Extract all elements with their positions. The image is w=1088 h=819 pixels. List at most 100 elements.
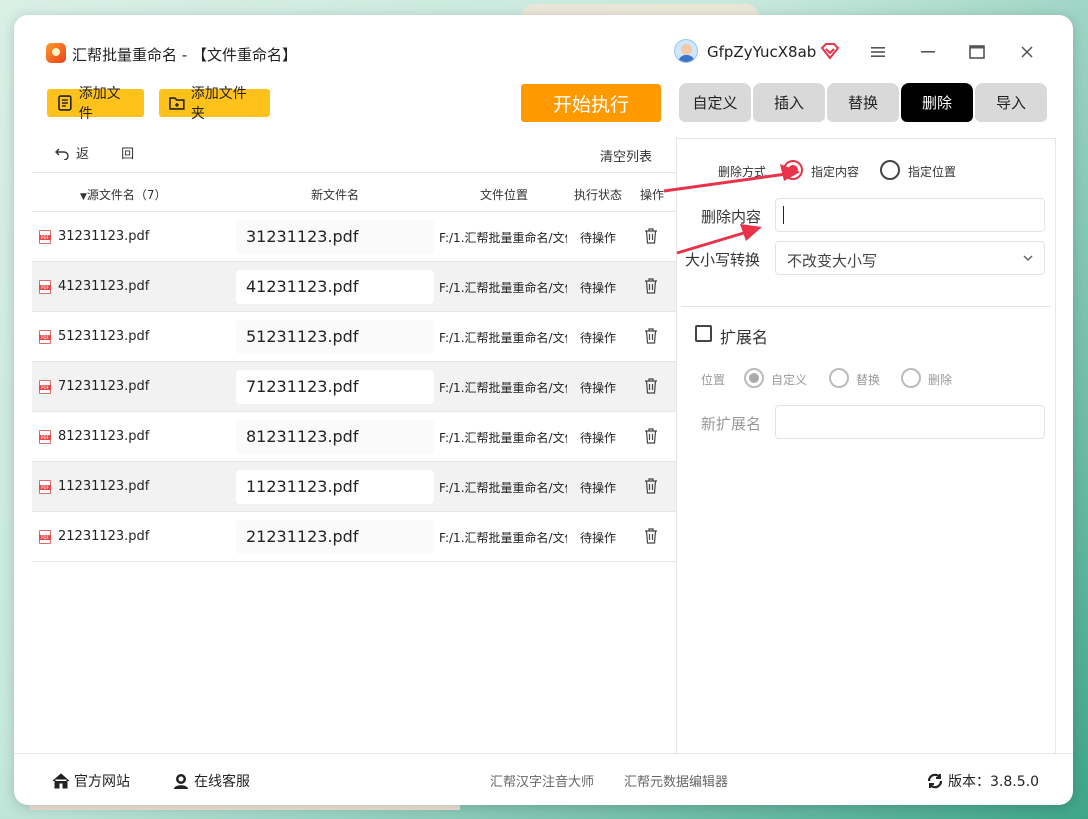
- menu-icon[interactable]: [865, 39, 891, 65]
- radio-ext-replace[interactable]: [829, 368, 849, 388]
- source-file-name: 51231123.pdf: [58, 329, 150, 344]
- radio-ext-delete[interactable]: [901, 368, 921, 388]
- folder-add-icon: [169, 97, 185, 110]
- source-file-name: 31231123.pdf: [58, 229, 150, 244]
- user-name[interactable]: GfpZyYucX8ab: [707, 43, 816, 61]
- tab-insert[interactable]: 插入: [753, 83, 825, 122]
- add-folder-label: 添加文件夹: [190, 86, 247, 122]
- start-button[interactable]: 开始执行: [521, 84, 661, 122]
- header-status: 执行状态: [574, 188, 623, 202]
- trash-icon[interactable]: [644, 278, 658, 294]
- table-row[interactable]: 11231123.pdf 11231123.pdf F:/1.汇帮批量重命名/文…: [32, 462, 676, 512]
- trash-icon[interactable]: [644, 228, 658, 244]
- delete-content-input[interactable]: [775, 198, 1045, 232]
- pdf-file-icon: [39, 330, 51, 344]
- file-location: F:/1.汇帮批量重命名/文件: [439, 481, 567, 495]
- file-location: F:/1.汇帮批量重命名/文件: [439, 281, 567, 295]
- radio-specified-position-label[interactable]: 指定位置: [908, 163, 956, 180]
- table-row[interactable]: 71231123.pdf 71231123.pdf F:/1.汇帮批量重命名/文…: [32, 362, 676, 412]
- trash-icon[interactable]: [644, 428, 658, 444]
- radio-specified-content[interactable]: [783, 160, 803, 180]
- table-row[interactable]: 41231123.pdf 41231123.pdf F:/1.汇帮批量重命名/文…: [32, 262, 676, 312]
- tab-delete[interactable]: 删除: [901, 83, 973, 122]
- radio-ext-replace-label[interactable]: 替换: [856, 371, 880, 388]
- new-file-name-input[interactable]: 31231123.pdf: [236, 220, 434, 254]
- tab-custom[interactable]: 自定义: [679, 83, 751, 122]
- header-new-name: 新文件名: [311, 188, 360, 202]
- ext-position-label: 位置: [701, 373, 726, 387]
- file-location: F:/1.汇帮批量重命名/文件: [439, 531, 567, 545]
- minimize-icon[interactable]: [915, 39, 941, 65]
- online-support-link[interactable]: 在线客服: [172, 771, 250, 791]
- new-extension-label: 新扩展名: [701, 415, 762, 433]
- new-file-name-input[interactable]: 21231123.pdf: [236, 520, 434, 554]
- pdf-file-icon: [39, 430, 51, 444]
- official-website-label: 官方网站: [74, 774, 130, 790]
- radio-specified-content-label[interactable]: 指定内容: [811, 163, 859, 180]
- close-icon[interactable]: [1014, 39, 1040, 65]
- official-website-link[interactable]: 官方网站: [52, 771, 130, 791]
- file-location: F:/1.汇帮批量重命名/文件: [439, 431, 567, 445]
- footer-link-pinyin[interactable]: 汇帮汉字注音大师: [490, 771, 594, 790]
- radio-ext-custom-label[interactable]: 自定义: [771, 371, 807, 388]
- header-source-label: 源文件名（7）: [86, 188, 167, 202]
- trash-icon[interactable]: [644, 528, 658, 544]
- status-text: 待操作: [580, 431, 617, 445]
- status-text: 待操作: [580, 381, 617, 395]
- new-file-name-input[interactable]: 11231123.pdf: [236, 470, 434, 504]
- refresh-icon: [927, 773, 943, 789]
- add-file-label: 添加文件: [78, 86, 121, 122]
- back-button[interactable]: 返 回: [54, 143, 148, 162]
- app-window: 汇帮批量重命名 - 【文件重命名】 GfpZyYucX8ab 添加文件 添加文件…: [14, 15, 1073, 805]
- new-extension-input[interactable]: [775, 405, 1045, 439]
- pdf-file-icon: [39, 530, 51, 544]
- table-row[interactable]: 21231123.pdf 21231123.pdf F:/1.汇帮批量重命名/文…: [32, 512, 676, 562]
- status-text: 待操作: [580, 531, 617, 545]
- radio-ext-custom[interactable]: [744, 368, 764, 388]
- status-text: 待操作: [580, 331, 617, 345]
- footer-link-metadata[interactable]: 汇帮元数据编辑器: [624, 771, 728, 790]
- table-row[interactable]: 81231123.pdf 81231123.pdf F:/1.汇帮批量重命名/文…: [32, 412, 676, 462]
- case-conversion-label: 大小写转换: [685, 251, 761, 269]
- radio-ext-delete-label[interactable]: 删除: [928, 371, 952, 388]
- tab-import[interactable]: 导入: [975, 83, 1047, 122]
- new-file-name-input[interactable]: 81231123.pdf: [236, 420, 434, 454]
- version-info[interactable]: 版本：3.8.5.0: [926, 771, 1039, 791]
- pdf-file-icon: [39, 480, 51, 494]
- user-avatar[interactable]: [674, 39, 698, 63]
- trash-icon[interactable]: [644, 478, 658, 494]
- table-row[interactable]: 51231123.pdf 51231123.pdf F:/1.汇帮批量重命名/文…: [32, 312, 676, 362]
- trash-icon[interactable]: [644, 328, 658, 344]
- header-source[interactable]: ▼源文件名（7）: [80, 186, 167, 203]
- pdf-file-icon: [39, 380, 51, 394]
- sort-down-icon: ▼: [80, 192, 87, 202]
- tab-replace[interactable]: 替换: [827, 83, 899, 122]
- maximize-icon[interactable]: [964, 39, 990, 65]
- trash-icon[interactable]: [644, 378, 658, 394]
- file-location: F:/1.汇帮批量重命名/文件: [439, 231, 567, 245]
- headset-icon: [174, 774, 188, 789]
- file-location: F:/1.汇帮批量重命名/文件: [439, 331, 567, 345]
- source-file-name: 41231123.pdf: [58, 279, 150, 294]
- table-row[interactable]: 31231123.pdf 31231123.pdf F:/1.汇帮批量重命名/文…: [32, 212, 676, 262]
- online-support-label: 在线客服: [194, 774, 250, 790]
- vip-diamond-icon[interactable]: [820, 42, 840, 60]
- extension-label[interactable]: 扩展名: [720, 324, 768, 348]
- add-file-button[interactable]: 添加文件: [47, 86, 144, 122]
- case-conversion-select[interactable]: 不改变大小写: [775, 241, 1045, 275]
- header-location: 文件位置: [480, 188, 529, 202]
- extension-checkbox[interactable]: [695, 325, 712, 342]
- version-label: 版本：3.8.5.0: [948, 774, 1039, 790]
- new-file-name-input[interactable]: 51231123.pdf: [236, 320, 434, 354]
- add-folder-button[interactable]: 添加文件夹: [159, 86, 270, 122]
- radio-specified-position[interactable]: [880, 160, 900, 180]
- mode-tabs: 自定义 插入 替换 删除 导入: [679, 83, 1047, 122]
- header-action: 操作: [640, 188, 665, 202]
- new-file-name-input[interactable]: 41231123.pdf: [236, 270, 434, 304]
- file-list: 31231123.pdf 31231123.pdf F:/1.汇帮批量重命名/文…: [32, 212, 676, 562]
- new-file-name-input[interactable]: 71231123.pdf: [236, 370, 434, 404]
- app-logo-icon: [46, 43, 66, 63]
- case-conversion-value: 不改变大小写: [787, 252, 878, 270]
- table-header: ▼源文件名（7） 新文件名 文件位置 执行状态 操作: [32, 172, 676, 212]
- clear-list-button[interactable]: 清空列表: [600, 146, 652, 165]
